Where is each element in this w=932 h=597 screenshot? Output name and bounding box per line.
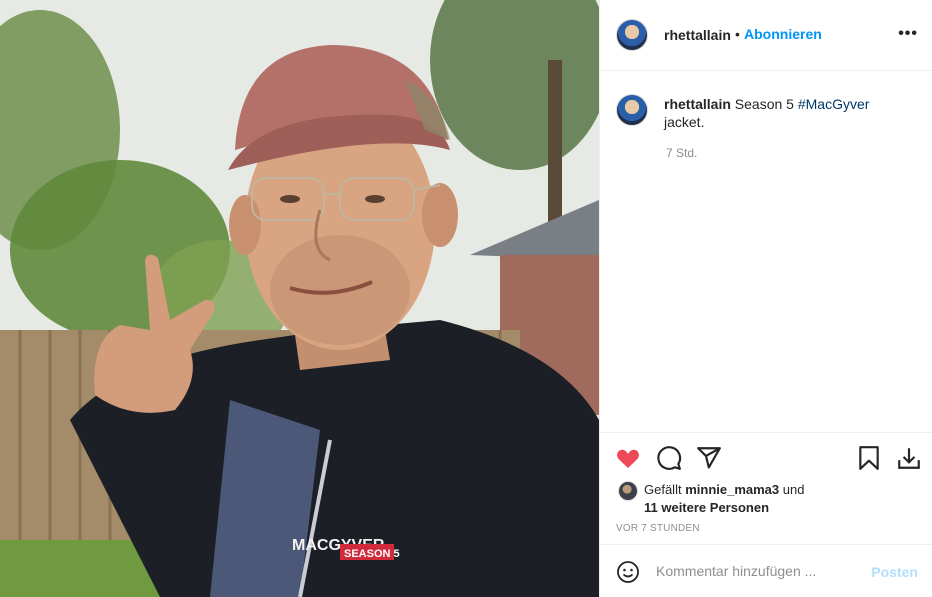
caption-section: rhettallain Season 5 #MacGyver jacket. 7… bbox=[600, 72, 932, 432]
post-comment-button[interactable]: Posten bbox=[871, 564, 918, 580]
jacket-season-text: SEASON 5 bbox=[344, 548, 400, 560]
author-avatar[interactable] bbox=[616, 19, 648, 51]
more-options-icon[interactable]: ••• bbox=[898, 25, 918, 43]
post-photo[interactable]: MACGYVER SEASON 5 bbox=[0, 0, 599, 597]
likes-prefix: Gefällt bbox=[644, 482, 682, 497]
download-icon[interactable] bbox=[896, 445, 922, 471]
bookmark-icon[interactable] bbox=[856, 445, 882, 471]
follow-button[interactable]: Abonnieren bbox=[744, 26, 822, 42]
comment-input[interactable] bbox=[656, 561, 856, 581]
caption-username[interactable]: rhettallain bbox=[664, 96, 731, 112]
smiley-icon[interactable] bbox=[616, 560, 640, 584]
likes-others-link[interactable]: 11 weitere Personen bbox=[644, 500, 769, 515]
likes-and: und bbox=[782, 482, 805, 497]
comment-bar: Posten bbox=[600, 544, 932, 597]
selfie-illustration: MACGYVER SEASON 5 bbox=[0, 0, 599, 597]
caption-author-avatar[interactable] bbox=[616, 94, 648, 126]
action-bar: Gefällt minnie_mama3 und 11 weitere Pers… bbox=[600, 432, 932, 544]
post-side-panel: rhettallain • Abonnieren ••• rhettallain… bbox=[599, 0, 932, 597]
caption-timestamp[interactable]: 7 Std. bbox=[666, 146, 697, 160]
follow-separator: • bbox=[735, 26, 740, 42]
speech-bubble-icon[interactable] bbox=[656, 445, 682, 471]
paper-plane-icon[interactable] bbox=[696, 445, 722, 471]
likes-text: Gefällt minnie_mama3 und 11 weitere Pers… bbox=[644, 481, 924, 517]
liker-username[interactable]: minnie_mama3 bbox=[685, 482, 779, 497]
author-username[interactable]: rhettallain bbox=[664, 27, 731, 43]
heart-filled-icon[interactable] bbox=[615, 445, 641, 471]
caption-body: Season 5 bbox=[734, 96, 794, 112]
caption-text: rhettallain Season 5 #MacGyver jacket. bbox=[664, 95, 914, 131]
post-header: rhettallain • Abonnieren ••• bbox=[600, 0, 932, 71]
post-age[interactable]: VOR 7 STUNDEN bbox=[616, 523, 700, 534]
caption-body-end: jacket. bbox=[664, 114, 705, 130]
liker-avatar[interactable] bbox=[618, 481, 638, 501]
caption-hashtag[interactable]: #MacGyver bbox=[798, 96, 870, 112]
likes-summary: Gefällt minnie_mama3 und 11 weitere Pers… bbox=[618, 481, 918, 517]
